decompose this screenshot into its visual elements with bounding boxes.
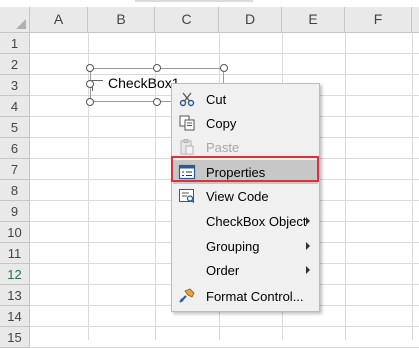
scissors-icon xyxy=(179,92,195,107)
row-header-10[interactable]: 10 xyxy=(0,222,30,243)
row-header-12[interactable]: 12 xyxy=(0,264,30,285)
column-header-e[interactable]: E xyxy=(282,7,345,32)
column-header-a[interactable]: A xyxy=(30,7,88,32)
column-header-f[interactable]: F xyxy=(345,7,412,32)
menu-item-label: Paste xyxy=(206,140,240,155)
row-header-11[interactable]: 11 xyxy=(0,243,30,264)
select-all-button[interactable] xyxy=(0,7,30,32)
menu-item-cut[interactable]: Cut xyxy=(173,87,318,111)
grid-line xyxy=(30,74,419,75)
menu-item-copy[interactable]: Copy xyxy=(173,111,318,135)
column-header-c[interactable]: C xyxy=(155,7,219,32)
row-header-4[interactable]: 4 xyxy=(0,96,30,117)
column-header-d[interactable]: D xyxy=(219,7,282,32)
resize-handle-bottom-left[interactable] xyxy=(86,98,94,106)
checkbox-label[interactable]: CheckBox1 xyxy=(108,75,180,91)
menu-item-order[interactable]: Order xyxy=(173,258,318,282)
grid-line xyxy=(30,53,419,54)
row-header-2[interactable]: 2 xyxy=(0,54,30,75)
paste-icon xyxy=(180,139,194,155)
menu-item-label: Format Control... xyxy=(206,289,304,304)
grid-line xyxy=(412,33,413,340)
submenu-arrow-icon xyxy=(306,242,310,250)
copy-icon xyxy=(179,115,195,131)
menu-item-view-code[interactable]: View Code xyxy=(173,184,318,208)
resize-handle-top[interactable] xyxy=(153,64,161,72)
view-code-icon xyxy=(179,189,195,203)
submenu-arrow-icon xyxy=(306,266,310,274)
row-header-14[interactable]: 14 xyxy=(0,306,30,327)
row-header-1[interactable]: 1 xyxy=(0,33,30,54)
row-header-15[interactable]: 15 xyxy=(0,327,30,348)
menu-item-label: CheckBox Object xyxy=(206,214,307,229)
context-menu: Cut Copy Paste Properties View Code Chec… xyxy=(171,83,320,312)
spreadsheet: A B C D E F 1 2 3 4 5 6 7 8 9 10 11 12 1… xyxy=(0,0,419,348)
ribbon-edge xyxy=(0,0,419,7)
row-header-13[interactable]: 13 xyxy=(0,285,30,306)
format-control-icon xyxy=(179,288,195,303)
properties-highlight-frame xyxy=(171,156,319,182)
resize-handle-top-right[interactable] xyxy=(220,64,228,72)
row-header-8[interactable]: 8 xyxy=(0,180,30,201)
column-header-bar: A B C D E F xyxy=(0,7,419,33)
resize-handle-bottom[interactable] xyxy=(153,98,161,106)
menu-item-label: Grouping xyxy=(206,239,260,254)
row-header-7[interactable]: 7 xyxy=(0,159,30,180)
row-header-5[interactable]: 5 xyxy=(0,117,30,138)
resize-handle-left[interactable] xyxy=(86,80,94,88)
select-all-triangle-icon xyxy=(16,19,26,29)
resize-handle-top-left[interactable] xyxy=(86,64,94,72)
ribbon-tab-edge xyxy=(135,0,253,2)
menu-item-format-control[interactable]: Format Control... xyxy=(173,284,318,308)
grid-line xyxy=(345,33,346,340)
menu-item-label: View Code xyxy=(206,189,269,204)
column-header-b[interactable]: B xyxy=(88,7,155,32)
row-header-9[interactable]: 9 xyxy=(0,201,30,222)
menu-item-grouping[interactable]: Grouping xyxy=(173,234,318,258)
submenu-arrow-icon xyxy=(306,217,310,225)
menu-item-label: Order xyxy=(206,263,240,278)
grid-line xyxy=(30,326,419,327)
menu-item-label: Cut xyxy=(206,92,227,107)
menu-item-label: Copy xyxy=(206,116,237,131)
row-header-6[interactable]: 6 xyxy=(0,138,30,159)
menu-item-checkbox-object[interactable]: CheckBox Object xyxy=(173,209,318,233)
row-header-3[interactable]: 3 xyxy=(0,75,30,96)
